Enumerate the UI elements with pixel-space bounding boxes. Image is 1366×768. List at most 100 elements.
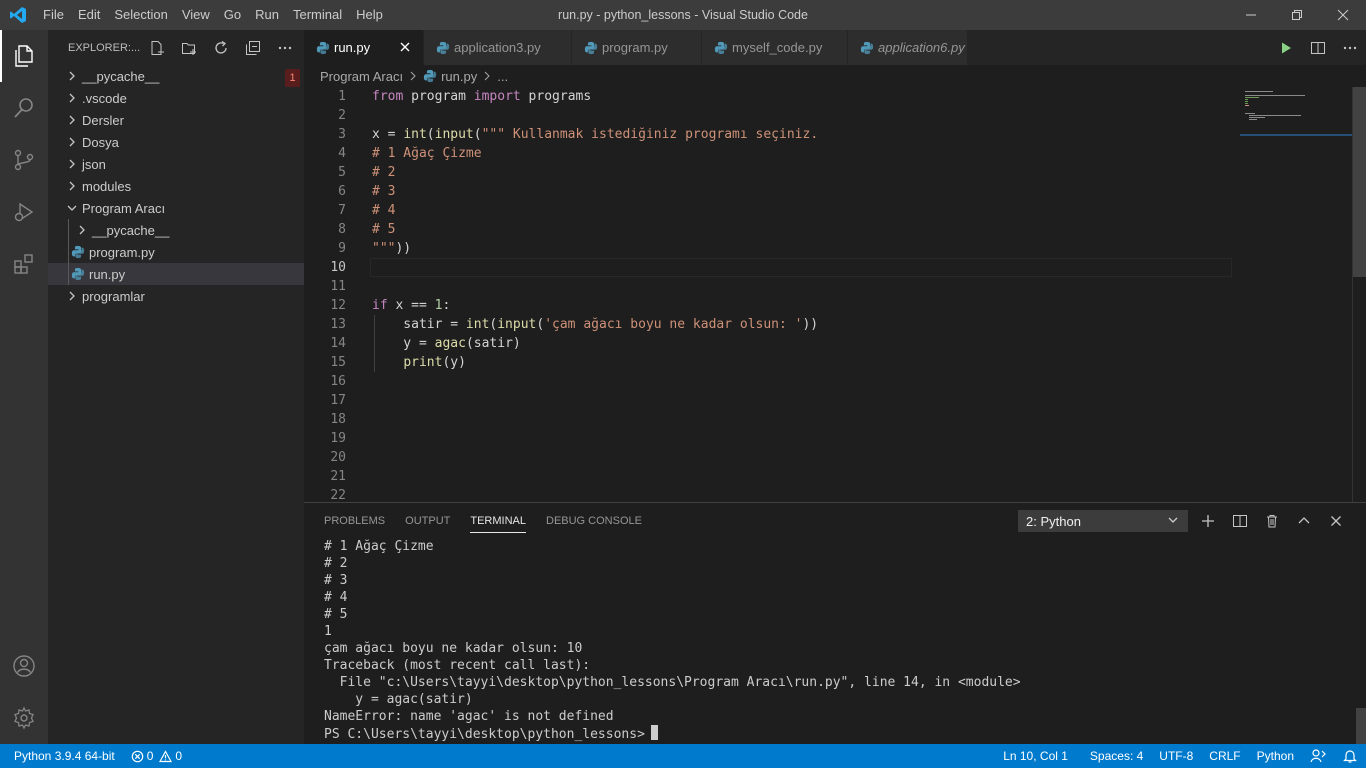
new-terminal-icon[interactable] [1192, 509, 1224, 533]
menu-run[interactable]: Run [248, 0, 286, 30]
code-editor[interactable]: 1 from program import programs 2 3 x = int(i… [304, 87, 1366, 502]
close-window-button[interactable] [1320, 0, 1366, 30]
code-line[interactable]: 19 [304, 429, 1366, 448]
code-line[interactable]: 8 # 5 [304, 220, 1366, 239]
split-editor-icon[interactable] [1302, 30, 1334, 65]
explorer-icon[interactable] [0, 30, 48, 82]
menu-view[interactable]: View [175, 0, 217, 30]
folder-item[interactable]: __pycache__ [48, 219, 304, 241]
menu-edit[interactable]: Edit [71, 0, 107, 30]
code-line[interactable]: 17 [304, 391, 1366, 410]
folder-item[interactable]: Program Aracı [48, 197, 304, 219]
python-file-icon [423, 69, 437, 83]
end-of-line[interactable]: CRLF [1201, 749, 1248, 763]
refresh-icon[interactable] [210, 37, 232, 59]
file-item[interactable]: run.py [48, 263, 304, 285]
python-interpreter[interactable]: Python 3.9.4 64-bit [14, 749, 115, 763]
code-line[interactable]: 5 # 2 [304, 163, 1366, 182]
feedback-icon[interactable] [1302, 748, 1334, 764]
panel-tab-terminal[interactable]: TERMINAL [470, 503, 526, 539]
split-terminal-icon[interactable] [1224, 509, 1256, 533]
breadcrumb-file[interactable]: run.py [441, 69, 477, 84]
editor-tab[interactable]: myself_code.py [702, 30, 848, 65]
terminal-line-text: Traceback (most recent call last): [324, 658, 591, 673]
code-line[interactable]: 13 satir = int(input('çam ağacı boyu ne … [304, 315, 1366, 334]
code-line[interactable]: 22 [304, 486, 1366, 502]
menu-terminal[interactable]: Terminal [286, 0, 349, 30]
settings-gear-icon[interactable] [0, 692, 48, 744]
minimize-button[interactable] [1228, 0, 1274, 30]
new-folder-icon[interactable] [178, 37, 200, 59]
folder-item[interactable]: json [48, 153, 304, 175]
terminal-select[interactable]: 2: Python [1018, 510, 1188, 532]
panel-tab-output[interactable]: OUTPUT [405, 503, 450, 539]
search-icon[interactable] [0, 82, 48, 134]
line-number: 22 [330, 488, 346, 502]
editor-tab[interactable]: program.py [572, 30, 702, 65]
notifications-bell-icon[interactable] [1334, 748, 1366, 764]
folder-item[interactable]: Dosya [48, 131, 304, 153]
code-line[interactable]: 10 [304, 258, 1366, 277]
menu-help[interactable]: Help [349, 0, 390, 30]
source-control-icon[interactable] [0, 134, 48, 186]
maximize-panel-icon[interactable] [1288, 509, 1320, 533]
breadcrumb-folder[interactable]: Program Aracı [320, 69, 403, 84]
terminal-output[interactable]: # 1 Ağaç Çizme # 2 # 3 # 4 # 5 1 çam ağacı boy… [324, 538, 1021, 742]
folder-item[interactable]: __pycache__ 1 [48, 65, 304, 87]
code-line[interactable]: 4 # 1 Ağaç Çizme [304, 144, 1366, 163]
restore-button[interactable] [1274, 0, 1320, 30]
panel-tab-debug-console[interactable]: DEBUG CONSOLE [546, 503, 642, 539]
minimap[interactable] [1240, 87, 1352, 147]
problems-indicator[interactable]: 0 0 [131, 749, 182, 763]
editor-tab[interactable]: application6.py [848, 30, 968, 65]
line-number: 6 [338, 184, 346, 199]
editor-more-actions-icon[interactable] [1334, 30, 1366, 65]
code-line[interactable]: 2 [304, 106, 1366, 125]
run-python-file-icon[interactable] [1270, 30, 1302, 65]
cursor-position[interactable]: Ln 10, Col 1 [995, 749, 1076, 763]
editor-tab[interactable]: run.py [304, 30, 424, 65]
run-debug-icon[interactable] [0, 186, 48, 238]
code-line[interactable]: 21 [304, 467, 1366, 486]
file-item[interactable]: program.py [48, 241, 304, 263]
terminal-scrollbar[interactable] [1356, 708, 1366, 744]
menu-selection[interactable]: Selection [107, 0, 174, 30]
code-line[interactable]: 6 # 3 [304, 182, 1366, 201]
collapse-all-icon[interactable] [242, 37, 264, 59]
code-line[interactable]: 20 [304, 448, 1366, 467]
extensions-icon[interactable] [0, 238, 48, 290]
code-line[interactable]: 14 y = agac(satir) [304, 334, 1366, 353]
code-line[interactable]: 11 [304, 277, 1366, 296]
trash-icon[interactable] [1256, 509, 1288, 533]
new-file-icon[interactable] [146, 37, 168, 59]
folder-item[interactable]: Dersler [48, 109, 304, 131]
code-line[interactable]: 1 from program import programs [304, 87, 1366, 106]
menu-file[interactable]: File [36, 0, 71, 30]
language-mode[interactable]: Python [1249, 749, 1302, 763]
more-actions-icon[interactable] [274, 37, 296, 59]
indentation[interactable]: Spaces: 4 [1082, 749, 1151, 763]
code-line[interactable]: 3 x = int(input(""" Kullanmak istediğiniz… [304, 125, 1366, 144]
folder-item[interactable]: .vscode [48, 87, 304, 109]
account-icon[interactable] [0, 640, 48, 692]
chevron-right-icon [64, 90, 80, 106]
code-line[interactable]: 7 # 4 [304, 201, 1366, 220]
folder-item[interactable]: modules [48, 175, 304, 197]
code-line[interactable]: 12 if x == 1: [304, 296, 1366, 315]
code-line[interactable]: 9 """)) [304, 239, 1366, 258]
code-line[interactable]: 18 [304, 410, 1366, 429]
close-panel-icon[interactable] [1320, 509, 1352, 533]
code-text: from program import programs [372, 89, 592, 104]
folder-item[interactable]: programlar [48, 285, 304, 307]
menu-go[interactable]: Go [217, 0, 248, 30]
editor-scrollbar[interactable] [1352, 87, 1366, 502]
tree-item-label: Dosya [82, 134, 119, 150]
editor-tab[interactable]: application3.py [424, 30, 572, 65]
code-line[interactable]: 15 print(y) [304, 353, 1366, 372]
breadcrumb-more[interactable]: ... [497, 69, 508, 84]
close-tab-icon[interactable] [397, 39, 413, 55]
panel-tab-problems[interactable]: PROBLEMS [324, 503, 385, 539]
encoding[interactable]: UTF-8 [1151, 749, 1201, 763]
code-line[interactable]: 16 [304, 372, 1366, 391]
editor-scroll-thumb[interactable] [1353, 87, 1366, 277]
